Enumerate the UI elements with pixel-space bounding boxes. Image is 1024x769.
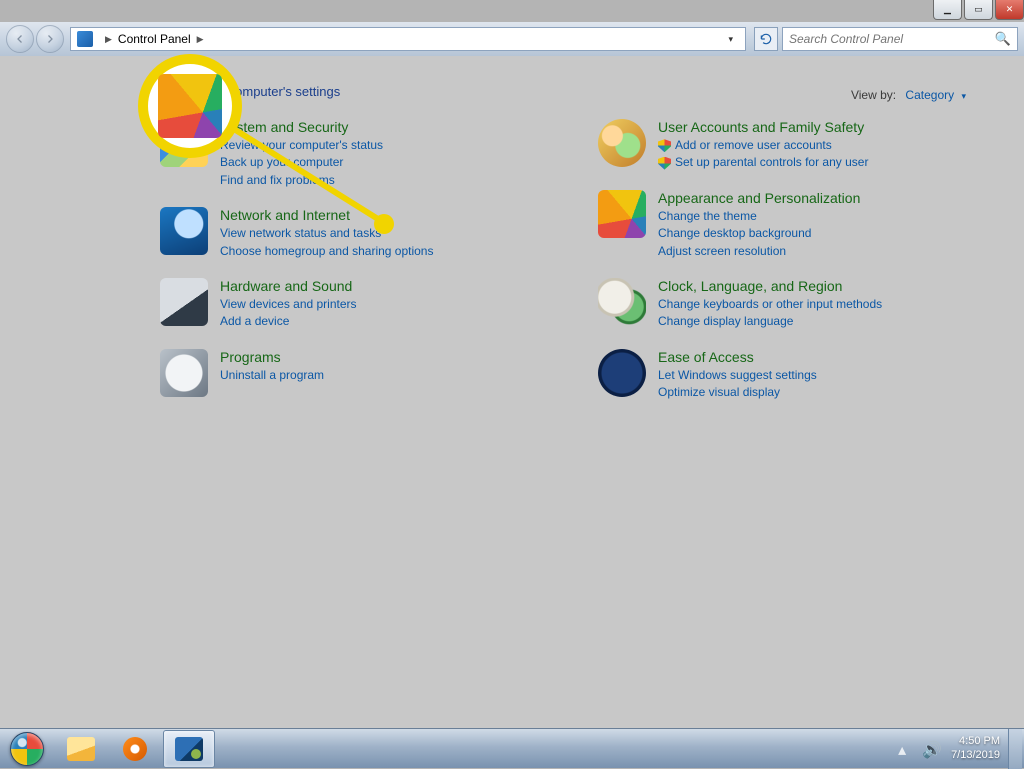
view-by-selector[interactable]: View by: Category ▾	[851, 88, 966, 102]
back-button[interactable]	[6, 25, 34, 53]
content-area: Adjust your computer's settings View by:…	[0, 56, 1024, 728]
category-link-label: Change the theme	[658, 208, 757, 225]
appearance-icon	[598, 190, 646, 238]
control-panel-taskbar-icon	[175, 737, 203, 761]
maximize-button[interactable]: ▭	[964, 0, 993, 20]
refresh-button[interactable]	[754, 27, 778, 51]
volume-icon[interactable]: 🔊	[922, 740, 940, 758]
taskbar-app-control-panel[interactable]	[163, 730, 215, 768]
breadcrumb-root[interactable]: Control Panel	[118, 32, 191, 46]
category-appearance: Appearance and Personalization Change the…	[598, 190, 996, 260]
category-title[interactable]: Network and Internet	[220, 207, 433, 223]
taskbar: ▴ 🔊 4:50 PM 7/13/2019	[0, 728, 1024, 768]
forward-button[interactable]	[36, 25, 64, 53]
close-button[interactable]: ✕	[995, 0, 1024, 20]
category-link-label: Add a device	[220, 313, 289, 330]
system-tray: ▴ 🔊 4:50 PM 7/13/2019	[895, 729, 1024, 769]
category-link[interactable]: Change display language	[658, 313, 882, 330]
taskbar-clock[interactable]: 4:50 PM 7/13/2019	[943, 735, 1008, 763]
category-link[interactable]: Adjust screen resolution	[658, 243, 860, 260]
appearance-icon	[158, 74, 222, 138]
search-icon[interactable]: 🔍	[995, 31, 1011, 47]
category-users: User Accounts and Family Safety Add or re…	[598, 119, 996, 172]
category-hardware: Hardware and Sound View devices and print…	[160, 278, 558, 331]
clock-icon	[598, 278, 646, 326]
search-box[interactable]: 🔍	[782, 27, 1018, 51]
category-link[interactable]: Choose homegroup and sharing options	[220, 243, 433, 260]
window-controls: ▁ ▭ ✕	[931, 0, 1024, 20]
chevron-down-icon: ▾	[961, 91, 966, 101]
category-link[interactable]: Change the theme	[658, 208, 860, 225]
category-link-label: Change display language	[658, 313, 793, 330]
taskbar-app-explorer[interactable]	[55, 730, 107, 768]
view-by-label: View by:	[851, 88, 896, 102]
category-link-label: Let Windows suggest settings	[658, 367, 817, 384]
category-link-label: Uninstall a program	[220, 367, 324, 384]
category-link[interactable]: Uninstall a program	[220, 367, 324, 384]
hardware-icon	[160, 278, 208, 326]
category-link-label: Choose homegroup and sharing options	[220, 243, 433, 260]
tray-chevron-icon[interactable]: ▴	[898, 740, 916, 758]
address-bar[interactable]: ▶ Control Panel ▶ ▾	[70, 27, 746, 51]
address-dropdown-icon[interactable]: ▾	[722, 34, 739, 45]
clock-time: 4:50 PM	[951, 735, 1000, 749]
category-link[interactable]: Change keyboards or other input methods	[658, 296, 882, 313]
uac-shield-icon	[658, 157, 671, 170]
address-toolbar: ▶ Control Panel ▶ ▾ 🔍	[0, 22, 1024, 56]
category-title[interactable]: Appearance and Personalization	[658, 190, 860, 206]
category-link-label: Optimize visual display	[658, 384, 780, 401]
network-icon	[160, 207, 208, 255]
annotation-callout	[138, 54, 242, 158]
ease-icon	[598, 349, 646, 397]
category-title[interactable]: Hardware and Sound	[220, 278, 357, 294]
file-explorer-icon	[67, 737, 95, 761]
clock-date: 7/13/2019	[951, 749, 1000, 763]
category-link-label: Adjust screen resolution	[658, 243, 786, 260]
category-link[interactable]: Change desktop background	[658, 225, 860, 242]
category-link[interactable]: View network status and tasks	[220, 225, 433, 242]
category-link[interactable]: Set up parental controls for any user	[658, 154, 868, 171]
category-network: Network and Internet View network status …	[160, 207, 558, 260]
programs-icon	[160, 349, 208, 397]
breadcrumb-sep-icon: ▶	[105, 34, 112, 45]
users-icon	[598, 119, 646, 167]
view-by-value[interactable]: Category	[905, 88, 954, 102]
category-title[interactable]: User Accounts and Family Safety	[658, 119, 868, 135]
uac-shield-icon	[658, 139, 671, 152]
category-programs: Programs Uninstall a program	[160, 349, 558, 397]
category-link[interactable]: Add or remove user accounts	[658, 137, 868, 154]
search-input[interactable]	[789, 32, 995, 46]
taskbar-app-media-player[interactable]	[109, 730, 161, 768]
category-ease: Ease of Access Let Windows suggest settin…	[598, 349, 996, 402]
category-link-label: Set up parental controls for any user	[675, 154, 868, 171]
category-link-label: Change desktop background	[658, 225, 811, 242]
category-link-label: Add or remove user accounts	[675, 137, 832, 154]
media-player-icon	[123, 737, 147, 761]
category-link-label: Change keyboards or other input methods	[658, 296, 882, 313]
windows-orb-icon	[10, 732, 44, 766]
show-desktop-button[interactable]	[1008, 729, 1022, 769]
category-clock: Clock, Language, and Region Change keyboa…	[598, 278, 996, 331]
control-panel-icon	[77, 31, 93, 47]
category-link[interactable]: Add a device	[220, 313, 357, 330]
category-link[interactable]: Let Windows suggest settings	[658, 367, 817, 384]
category-title[interactable]: Ease of Access	[658, 349, 817, 365]
category-link[interactable]: View devices and printers	[220, 296, 357, 313]
annotation-endpoint	[374, 214, 394, 234]
minimize-button[interactable]: ▁	[933, 0, 962, 20]
category-link-label: View devices and printers	[220, 296, 357, 313]
category-link-label: View network status and tasks	[220, 225, 381, 242]
category-link[interactable]: Optimize visual display	[658, 384, 817, 401]
category-title[interactable]: Programs	[220, 349, 324, 365]
breadcrumb-sep-icon: ▶	[197, 34, 204, 45]
category-title[interactable]: Clock, Language, and Region	[658, 278, 882, 294]
start-button[interactable]	[0, 729, 54, 769]
